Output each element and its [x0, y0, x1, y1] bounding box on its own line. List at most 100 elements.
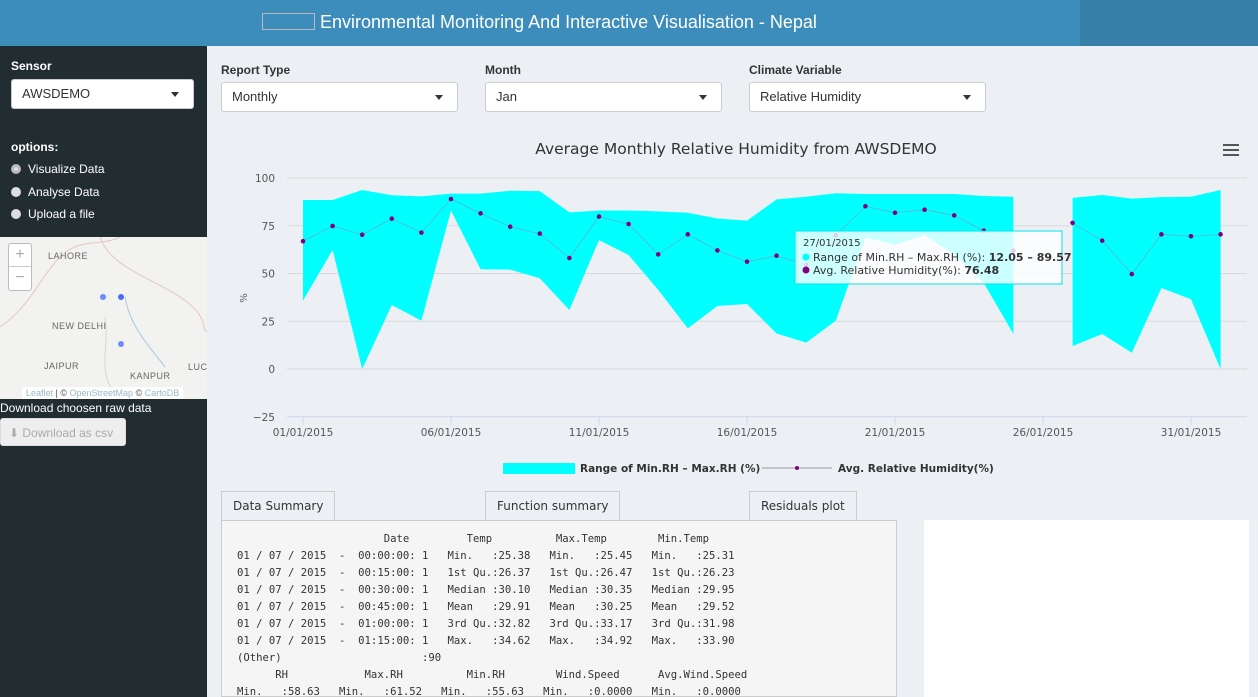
- month-select[interactable]: Jan: [485, 82, 722, 112]
- avg-point: [1099, 238, 1105, 243]
- summary-line: 01 / 07 / 2015 - 00:45:00: 1 Mean :29.91…: [237, 601, 735, 613]
- radio-analyse-data[interactable]: Analyse Data: [11, 185, 99, 199]
- avg-point: [1188, 233, 1194, 239]
- header: Environmental Monitoring And Interactive…: [0, 0, 1258, 46]
- data-summary-output: Date Temp Max.Temp Min.Temp 01 / 07 / 201…: [221, 520, 897, 697]
- sensor-marker[interactable]: [118, 294, 124, 300]
- avg-point: [537, 231, 543, 236]
- sensor-marker[interactable]: [100, 294, 106, 300]
- y-axis-label: %: [239, 293, 250, 303]
- chart-tooltip: 27/01/2015 Range of Min.RH – Max.RH (%):…: [794, 230, 1072, 285]
- report-type-value: Monthly: [232, 89, 278, 104]
- y-tick-label: 75: [262, 221, 275, 233]
- month-label: Month: [485, 63, 521, 77]
- avg-point: [389, 216, 395, 221]
- legend-label-range: Range of Min.RH – Max.RH (%): [580, 463, 760, 475]
- avg-point: [685, 232, 691, 237]
- avg-point: [774, 253, 779, 259]
- map-zoom-control[interactable]: + −: [8, 243, 32, 291]
- download-csv-button[interactable]: ⬇ Download as csv: [0, 418, 126, 446]
- sidebar: Sensor AWSDEMO options: Visualize Data A…: [0, 46, 207, 697]
- avg-point: [300, 238, 306, 244]
- summary-line: 01 / 07 / 2015 - 01:15:00: 1 Max. :34.62…: [237, 635, 735, 647]
- x-tick-label: 11/01/2015: [569, 427, 630, 439]
- avg-point: [359, 232, 365, 238]
- summary-line: Date Temp Max.Temp Min.Temp: [237, 533, 709, 545]
- radio-icon[interactable]: [11, 164, 21, 174]
- month-value: Jan: [496, 89, 517, 104]
- radio-label: Upload a file: [28, 207, 95, 221]
- sensor-value: AWSDEMO: [22, 86, 91, 101]
- sidebar-toggle-area[interactable]: [1080, 0, 1258, 46]
- y-tick-label: 50: [262, 269, 275, 281]
- download-label: Download choosen raw data: [0, 401, 152, 415]
- y-tick-label: −25: [253, 412, 275, 424]
- radio-icon[interactable]: [11, 187, 21, 197]
- y-tick-label: 25: [262, 316, 275, 328]
- legend-label-avg: Avg. Relative Humidity(%): [838, 463, 994, 475]
- y-tick-label: 0: [268, 364, 275, 376]
- legend-item-range[interactable]: Range of Min.RH – Max.RH (%): [503, 463, 760, 475]
- radio-upload-file[interactable]: Upload a file: [11, 207, 95, 221]
- summary-text: Date Temp Max.Temp Min.Temp 01 / 07 / 201…: [237, 531, 881, 697]
- sensor-marker[interactable]: [118, 341, 124, 347]
- radio-icon[interactable]: [11, 209, 21, 219]
- summary-line: RH Max.RH Min.RH Wind.Speed Avg.Wind.Spe…: [237, 669, 748, 681]
- summary-line: 01 / 07 / 2015 - 00:00:00: 1 Min. :25.38…: [237, 550, 735, 562]
- legend-item-avg[interactable]: Avg. Relative Humidity(%): [762, 463, 994, 475]
- climate-variable-select[interactable]: Relative Humidity: [749, 82, 986, 112]
- avg-point: [626, 221, 631, 227]
- legend: Range of Min.RH – Max.RH (%) Avg. Relati…: [503, 463, 994, 475]
- avg-point: [419, 230, 424, 235]
- attrib-sep: | ©: [53, 388, 70, 398]
- avg-point: [478, 211, 483, 216]
- map-city-label: LUC: [188, 362, 207, 372]
- avg-point: [448, 196, 454, 202]
- caret-down-icon: [171, 92, 179, 97]
- avg-point: [951, 213, 957, 218]
- summary-line: 01 / 07 / 2015 - 00:30:00: 1 Median :30.…: [237, 584, 735, 596]
- sensor-select[interactable]: AWSDEMO: [11, 79, 194, 109]
- cartodb-link[interactable]: CartoDB: [145, 388, 180, 398]
- map[interactable]: + − LAHORE NEW DELHI JAIPUR KANPUR LUC L…: [0, 237, 207, 399]
- summary-line: 01 / 07 / 2015 - 01:00:00: 1 3rd Qu.:32.…: [237, 618, 735, 630]
- tooltip-range-value: 12.05 – 89.57: [989, 251, 1072, 264]
- chart-title: Average Monthly Relative Humidity from A…: [535, 140, 936, 158]
- zoom-out-button[interactable]: −: [9, 267, 31, 289]
- leaflet-link[interactable]: Leaflet: [26, 388, 53, 398]
- avg-point: [715, 248, 720, 253]
- attrib-sep: ©: [133, 388, 145, 398]
- avg-point: [744, 259, 750, 264]
- radio-label: Analyse Data: [28, 185, 100, 199]
- caret-down-icon: [963, 95, 971, 100]
- legend-swatch-range: [503, 463, 575, 474]
- x-tick-label: 31/01/2015: [1161, 427, 1222, 439]
- zoom-in-button[interactable]: +: [9, 244, 31, 267]
- map-attribution: Leaflet | © OpenStreetMap © CartoDB: [22, 387, 184, 399]
- radio-label: Visualize Data: [28, 162, 105, 176]
- tooltip-range-label: Range of Min.RH – Max.RH (%):: [813, 251, 989, 264]
- tooltip-date: 27/01/2015: [803, 238, 861, 249]
- report-type-select[interactable]: Monthly: [221, 82, 458, 112]
- chart-menu-icon[interactable]: [1223, 144, 1239, 156]
- avg-point: [922, 207, 927, 213]
- x-tick-label: 21/01/2015: [865, 427, 926, 439]
- summary-line: Min. :58.63 Min. :61.52 Min. :55.63 Min.…: [237, 686, 741, 697]
- tooltip-avg: Avg. Relative Humidity(%): 76.48: [813, 264, 999, 277]
- caret-down-icon: [699, 95, 707, 100]
- tab-function-summary[interactable]: Function summary: [485, 491, 621, 520]
- climate-variable-value: Relative Humidity: [760, 89, 862, 104]
- plot-output-panel: [924, 520, 1249, 697]
- report-type-label: Report Type: [221, 63, 291, 77]
- tooltip-avg-value: 76.48: [964, 264, 999, 277]
- tab-residuals-plot[interactable]: Residuals plot: [749, 491, 857, 520]
- avg-point: [507, 224, 513, 230]
- radio-visualize-data[interactable]: Visualize Data: [11, 162, 105, 176]
- logo-image: [262, 13, 315, 30]
- humidity-chart[interactable]: Average Monthly Relative Humidity from A…: [207, 120, 1258, 490]
- y-tick-label: 100: [255, 173, 275, 185]
- options-label: options:: [11, 140, 59, 154]
- summary-line: 01 / 07 / 2015 - 00:15:00: 1 1st Qu.:26.…: [237, 567, 735, 579]
- tab-data-summary[interactable]: Data Summary: [221, 491, 336, 520]
- osm-link[interactable]: OpenStreetMap: [70, 388, 134, 398]
